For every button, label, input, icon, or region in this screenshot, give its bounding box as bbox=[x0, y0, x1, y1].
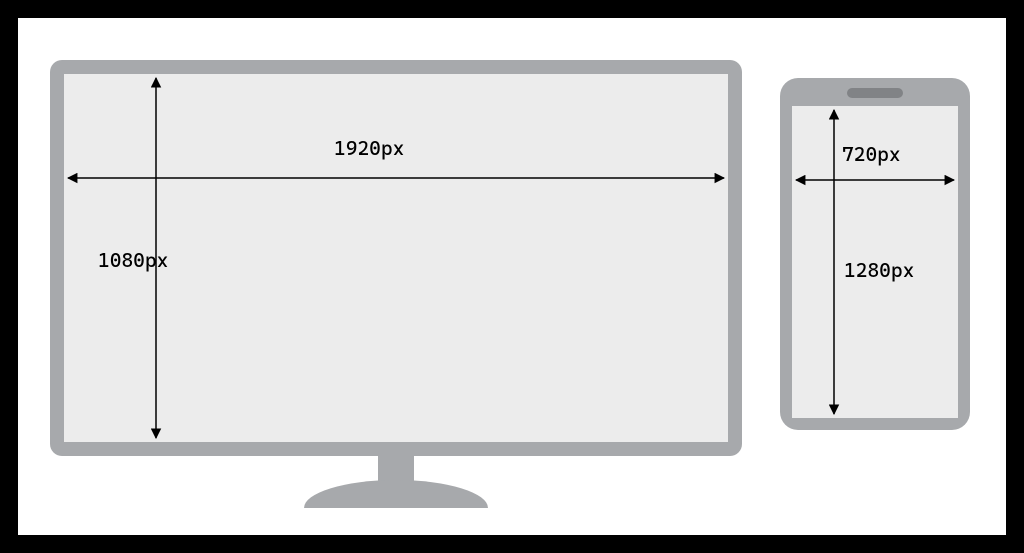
monitor-stand-base bbox=[304, 480, 488, 508]
phone-speaker-icon bbox=[847, 88, 903, 98]
monitor-width-label: 1920px bbox=[334, 136, 404, 160]
diagram-canvas: 1920px 1080px 720px 1280px bbox=[18, 18, 1006, 535]
monitor-height-label: 1080px bbox=[98, 248, 168, 272]
phone-device bbox=[780, 78, 970, 430]
phone-width-label: 720px bbox=[842, 142, 901, 166]
phone-height-label: 1280px bbox=[844, 258, 914, 282]
